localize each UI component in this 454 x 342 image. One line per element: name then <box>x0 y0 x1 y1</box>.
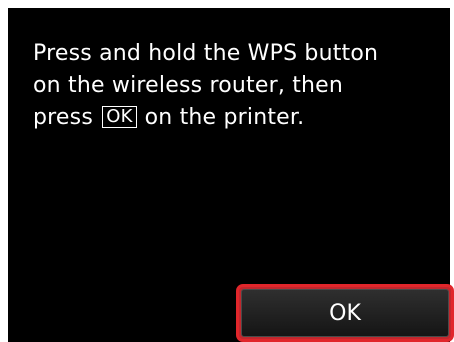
message-line-3: press OK on the printer. <box>33 102 433 134</box>
wps-instruction-message: Press and hold the WPS button on the wir… <box>33 38 433 134</box>
message-line-3-end: on the printer. <box>144 105 305 130</box>
ok-key-icon: OK <box>102 106 137 128</box>
ok-button-label: OK <box>329 300 361 326</box>
message-line-1: Press and hold the WPS button <box>33 41 379 66</box>
message-line-2: on the wireless router, then <box>33 73 344 98</box>
message-line-3-start: press <box>33 105 93 130</box>
printer-panel-frame: Press and hold the WPS button on the wir… <box>0 0 454 342</box>
ok-button-face[interactable]: OK <box>241 289 449 337</box>
ok-button[interactable]: OK <box>236 284 454 342</box>
